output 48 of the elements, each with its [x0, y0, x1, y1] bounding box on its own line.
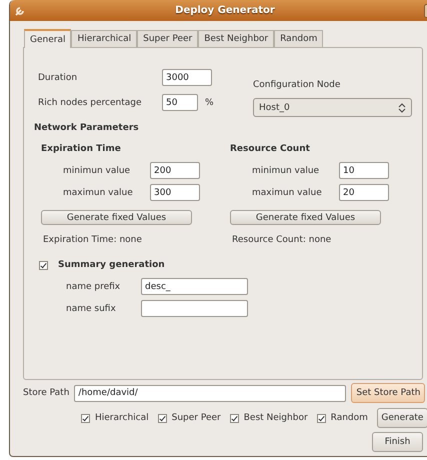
field-label: Configuration Node — [253, 80, 342, 90]
tab[interactable]: Super Peer — [137, 30, 198, 47]
updown-icon — [398, 102, 406, 112]
generate-values-button[interactable]: Generate fixed Values — [41, 210, 192, 225]
field-label: name sufix — [66, 304, 117, 314]
suffix-field[interactable] — [141, 300, 248, 317]
checkbox[interactable] — [158, 414, 167, 422]
window-title: Deploy Generator — [174, 5, 276, 16]
field-label: Store Path — [23, 388, 70, 398]
section-title: Network Parameters — [34, 123, 140, 133]
checkbox-label: Best Neighbor — [244, 413, 308, 423]
tab[interactable]: Hierarchical — [71, 30, 138, 47]
field-label: minimun value — [252, 166, 320, 176]
checkbox-label: Super Peer — [172, 413, 221, 423]
checkbox[interactable] — [81, 414, 90, 422]
field-label: minimun value — [63, 166, 132, 176]
min-field[interactable]: 200 — [150, 162, 200, 179]
max-field[interactable]: 20 — [339, 184, 389, 201]
checkbox[interactable] — [39, 260, 48, 270]
checkbox[interactable] — [316, 414, 326, 422]
set-path-button[interactable]: Set Store Path — [351, 383, 426, 403]
field-label: name prefix — [66, 282, 122, 292]
generate-button[interactable]: Generate — [376, 408, 427, 428]
tab[interactable]: General — [24, 29, 72, 48]
group-title: Resource Count — [230, 144, 311, 154]
finish-button[interactable]: Finish — [372, 432, 423, 452]
field-label: maximun value — [252, 188, 323, 198]
field-label: Rich nodes percentage — [37, 98, 143, 108]
prefix-field[interactable]: desc_ — [141, 278, 248, 295]
generate-values-button[interactable]: Generate fixed Values — [230, 210, 381, 225]
checkbox-label: Hierarchical — [95, 413, 149, 423]
node-dropdown[interactable]: Host_0 — [253, 98, 412, 117]
unit-label: % — [205, 98, 214, 108]
percentage-field[interactable]: 50 — [162, 94, 198, 111]
min-field[interactable]: 10 — [339, 162, 389, 179]
group-title: Expiration Time — [41, 144, 122, 154]
checkbox-label: Summary generation — [58, 260, 165, 270]
checkbox[interactable] — [230, 414, 239, 422]
tab[interactable]: Random — [274, 30, 324, 47]
field-label: maximun value — [63, 188, 134, 198]
checkbox-label: Random — [330, 413, 368, 423]
result-text: Resource Count: none — [232, 235, 332, 245]
result-text: Expiration Time: none — [43, 235, 143, 245]
max-field[interactable]: 300 — [150, 184, 200, 201]
duration-field[interactable]: 3000 — [162, 69, 212, 86]
path-field[interactable]: /home/david/ — [74, 384, 346, 402]
field-label: Duration — [37, 72, 78, 82]
tab[interactable]: Best Neighbor — [198, 30, 274, 47]
